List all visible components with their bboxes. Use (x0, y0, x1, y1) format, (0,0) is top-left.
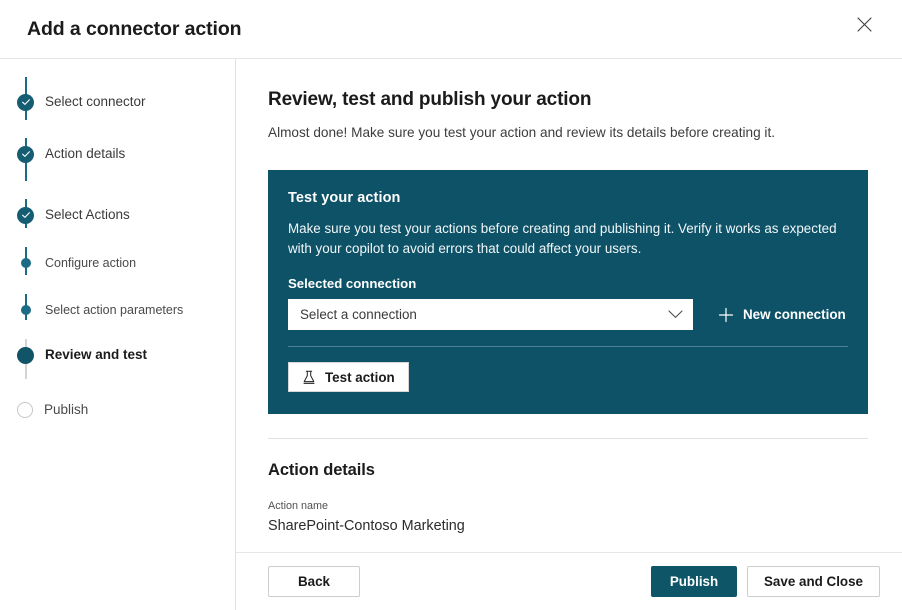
progress-stepper: Select connector Action details (0, 59, 236, 610)
section-divider (268, 438, 868, 439)
dialog-footer: Back Publish Save and Close (236, 552, 902, 610)
sidebar-item-label: Select connector (45, 95, 146, 109)
check-circle-icon (17, 94, 34, 111)
connection-select[interactable]: Select a connection (288, 299, 693, 330)
dot-icon (21, 305, 31, 315)
card-title: Test your action (288, 190, 848, 206)
check-circle-icon (17, 146, 34, 163)
step-marker-completed (17, 207, 34, 224)
save-and-close-button[interactable]: Save and Close (747, 566, 880, 597)
chevron-down-icon (668, 310, 683, 319)
close-button[interactable] (844, 7, 884, 41)
sidebar-item-label: Select Actions (45, 208, 130, 222)
content-heading: Review, test and publish your action (268, 89, 870, 112)
step-marker-completed (17, 94, 34, 111)
back-button[interactable]: Back (268, 566, 360, 597)
publish-button[interactable]: Publish (651, 566, 737, 597)
step-marker-substep (17, 258, 34, 268)
action-name-value: SharePoint-Contoso Marketing (268, 517, 870, 535)
filled-circle-icon (17, 347, 34, 364)
close-icon (857, 17, 872, 32)
footer-actions: Publish Save and Close (651, 566, 880, 597)
dialog-header: Add a connector action (0, 0, 902, 58)
action-name-label: Action name (268, 500, 870, 513)
test-your-action-card: Test your action Make sure you test your… (268, 170, 868, 415)
sidebar-item-label: Configure action (45, 257, 136, 270)
step-marker-pending (17, 402, 33, 418)
content-subheading: Almost done! Make sure you test your act… (268, 123, 870, 142)
connection-select-value: Select a connection (300, 308, 668, 321)
card-description: Make sure you test your actions before c… (288, 219, 848, 259)
test-action-label: Test action (325, 370, 395, 385)
new-connection-label: New connection (743, 307, 846, 322)
content-scroll-area[interactable]: Review, test and publish your action Alm… (236, 59, 902, 552)
sidebar-item-label: Action details (45, 147, 125, 161)
empty-circle-icon (17, 402, 33, 418)
dialog-body: Select connector Action details (0, 58, 902, 610)
sidebar-item-label: Publish (44, 403, 88, 417)
new-connection-button[interactable]: New connection (717, 306, 846, 323)
test-action-button[interactable]: Test action (288, 362, 409, 392)
check-circle-icon (17, 207, 34, 224)
step-marker-completed (17, 146, 34, 163)
add-connector-action-dialog: Add a connector action (0, 0, 902, 610)
content-column: Review, test and publish your action Alm… (236, 59, 902, 610)
connection-row: Select a connection (288, 299, 848, 330)
action-name-block: Action name SharePoint-Contoso Marketing (268, 500, 870, 535)
step-marker-current (17, 347, 34, 364)
sidebar-item-label: Review and test (45, 348, 147, 362)
dot-icon (21, 258, 31, 268)
selected-connection-label: Selected connection (288, 276, 848, 291)
plus-icon (717, 306, 734, 323)
page-title: Add a connector action (27, 18, 242, 40)
sidebar-item-label: Select action parameters (45, 304, 183, 317)
card-divider (288, 346, 848, 347)
step-marker-substep (17, 305, 34, 315)
flask-icon (302, 370, 316, 385)
action-details-title: Action details (268, 461, 870, 480)
